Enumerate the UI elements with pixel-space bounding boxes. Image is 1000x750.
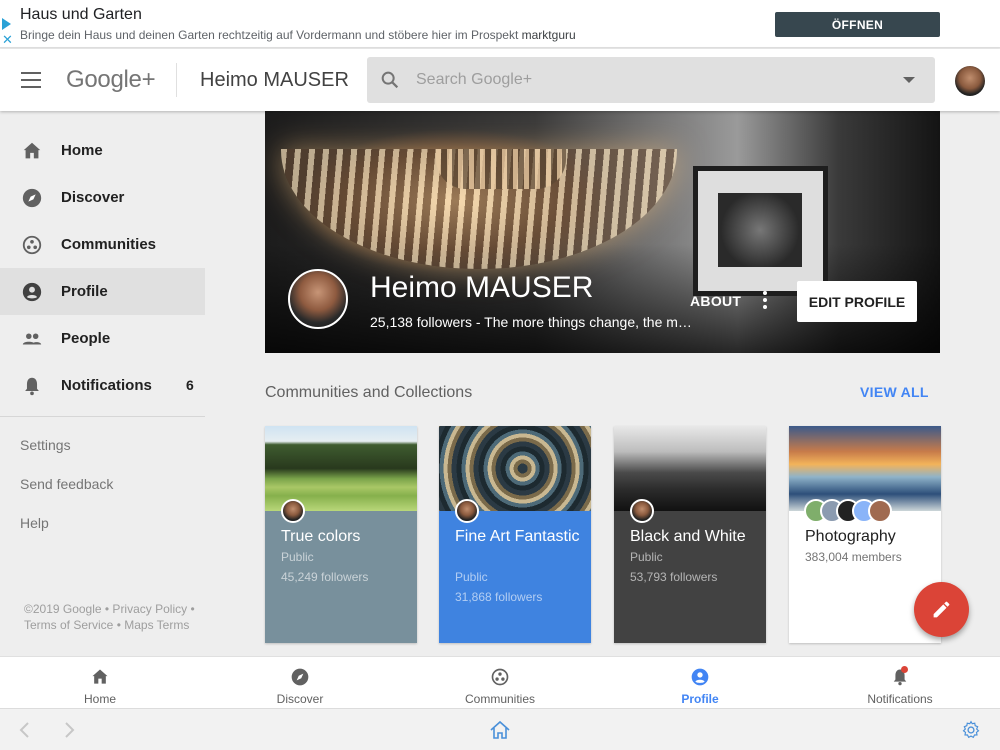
bottom-nav-label: Communities <box>464 692 536 706</box>
account-circle-icon <box>22 282 42 302</box>
cover-picture-frame <box>693 166 828 296</box>
avatar <box>630 499 654 523</box>
profile-subtitle: 25,138 followers - The more things chang… <box>370 314 692 330</box>
sidebar-item-label: Profile <box>61 283 108 300</box>
card-title: Photography <box>805 528 896 545</box>
sidebar-item-label: Communities <box>61 236 157 253</box>
page-title: Heimo MAUSER <box>200 69 349 91</box>
section-title: Communities and Collections <box>265 384 473 401</box>
more-vert-icon[interactable] <box>762 291 768 311</box>
bottom-navigation: Home Discover Communities Profile Notifi… <box>0 656 1000 708</box>
compass-icon <box>22 188 42 208</box>
search-icon <box>381 71 399 89</box>
card-title: Black and White <box>630 528 746 545</box>
bottom-nav-label: Profile <box>681 692 719 706</box>
help-link[interactable]: Help <box>20 515 49 531</box>
card-followers: 31,868 followers <box>455 590 543 604</box>
sidebar-divider <box>0 416 205 417</box>
bottom-nav-discover[interactable]: Discover <box>200 657 400 709</box>
bottom-nav-home[interactable]: Home <box>0 657 200 709</box>
card-followers: 53,793 followers <box>630 570 718 584</box>
back-icon[interactable] <box>16 720 34 740</box>
ad-open-button[interactable]: ÖFFNEN <box>775 12 940 37</box>
ad-banner[interactable]: ✕ Haus und Garten Bringe dein Haus und d… <box>0 0 1000 48</box>
sidebar-footer: ©2019 Google • Privacy Policy • Terms of… <box>24 602 195 632</box>
account-circle-icon <box>691 668 709 686</box>
view-all-button[interactable]: VIEW ALL <box>860 384 929 400</box>
browser-home-icon[interactable] <box>489 720 511 740</box>
search-bar[interactable] <box>367 57 935 103</box>
sidebar-item-profile[interactable]: Profile <box>0 268 205 315</box>
appbar-divider <box>176 63 177 97</box>
search-input[interactable] <box>416 57 866 103</box>
avatar <box>455 499 479 523</box>
app-bar: Google+ Heimo MAUSER <box>0 49 1000 111</box>
ad-brand: marktguru <box>521 28 576 42</box>
notification-count: 6 <box>186 377 194 393</box>
card-image <box>439 426 591 511</box>
home-icon <box>23 142 41 159</box>
settings-link[interactable]: Settings <box>20 437 71 453</box>
sidebar-item-label: Home <box>61 142 103 159</box>
pencil-icon <box>933 601 950 618</box>
card-visibility: Public <box>630 550 663 564</box>
profile-name: Heimo MAUSER <box>370 271 594 304</box>
community-card-fine-art[interactable]: Fine Art Fantastic Public 31,868 followe… <box>439 426 591 643</box>
notification-dot <box>901 666 908 673</box>
profile-cover: Heimo MAUSER 25,138 followers - The more… <box>265 111 940 353</box>
forward-icon[interactable] <box>60 720 78 740</box>
bottom-nav-profile[interactable]: Profile <box>600 657 800 709</box>
edit-profile-button[interactable]: EDIT PROFILE <box>797 281 917 322</box>
google-plus-logo[interactable]: Google+ <box>66 66 156 94</box>
chevron-down-icon[interactable] <box>903 77 915 83</box>
sidebar-item-label: Notifications <box>61 377 152 394</box>
bottom-nav-label: Notifications <box>867 692 933 706</box>
card-title: True colors <box>281 528 361 545</box>
ad-title: Haus und Garten <box>20 6 142 23</box>
profile-avatar[interactable] <box>288 269 348 329</box>
sidebar-item-discover[interactable]: Discover <box>0 174 205 221</box>
bottom-nav-label: Discover <box>276 692 324 706</box>
home-icon <box>92 669 108 684</box>
card-image <box>614 426 766 511</box>
compass-icon <box>291 668 309 686</box>
new-post-button[interactable] <box>914 582 969 637</box>
member-avatar <box>868 499 892 523</box>
sidebar-item-notifications[interactable]: Notifications 6 <box>0 362 205 409</box>
communities-icon <box>22 235 42 255</box>
menu-icon[interactable] <box>21 72 41 88</box>
sidebar-item-communities[interactable]: Communities <box>0 221 205 268</box>
avatar[interactable] <box>955 66 985 96</box>
bell-icon <box>25 377 39 396</box>
ad-play-icon <box>2 18 11 30</box>
communities-icon <box>491 668 509 686</box>
card-visibility: Public <box>455 570 488 584</box>
ad-text: Bringe dein Haus und deinen Garten recht… <box>20 28 576 42</box>
about-button[interactable]: ABOUT <box>690 293 741 309</box>
card-visibility: Public <box>281 550 314 564</box>
bottom-nav-label: Home <box>83 692 116 706</box>
community-card-black-and-white[interactable]: Black and White Public 53,793 followers <box>614 426 766 643</box>
bottom-nav-notifications[interactable]: Notifications <box>800 657 1000 709</box>
people-icon <box>22 333 42 345</box>
bottom-nav-communities[interactable]: Communities <box>400 657 600 709</box>
sidebar-item-people[interactable]: People <box>0 315 205 362</box>
community-card-true-colors[interactable]: True colors Public 45,249 followers <box>265 426 417 643</box>
sidebar-item-label: Discover <box>61 189 125 206</box>
card-followers: 45,249 followers <box>281 570 369 584</box>
cover-chandelier <box>281 149 677 269</box>
card-image <box>265 426 417 511</box>
ad-close-icon[interactable]: ✕ <box>2 33 13 46</box>
browser-toolbar <box>0 708 1000 750</box>
card-members: 383,004 members <box>805 550 902 564</box>
avatar <box>281 499 305 523</box>
gear-icon[interactable] <box>961 720 981 740</box>
sidebar-item-label: People <box>61 330 111 347</box>
sidebar: Home Discover Communities Profile People… <box>0 111 205 656</box>
send-feedback-link[interactable]: Send feedback <box>20 476 113 492</box>
card-title: Fine Art Fantastic <box>455 528 580 545</box>
sidebar-item-home[interactable]: Home <box>0 127 205 174</box>
